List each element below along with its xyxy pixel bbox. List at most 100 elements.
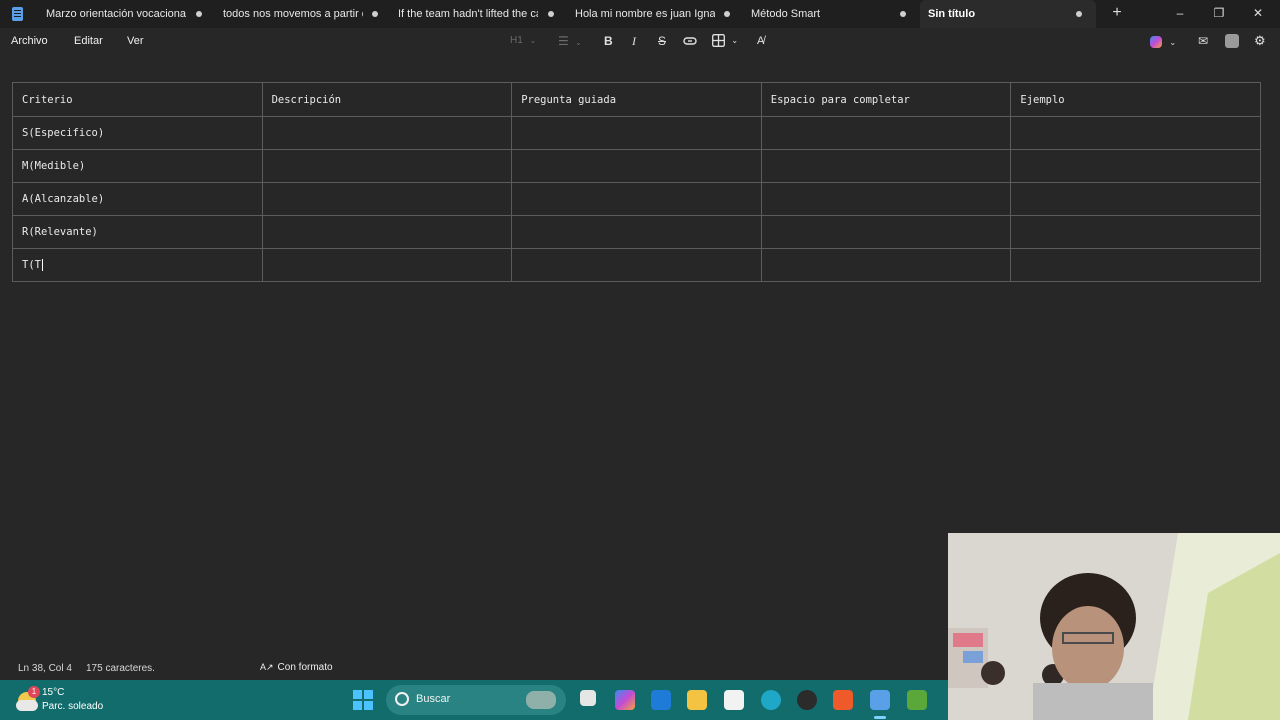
table-cell[interactable]: R(Relevante) [12,215,263,249]
format-toggle[interactable]: A↗ Con formato [260,662,333,673]
header-descripcion[interactable]: Descripción [261,82,513,117]
unsaved-dot-icon[interactable] [724,11,730,17]
chevron-down-icon: ⌄ [1169,38,1177,47]
table-cell[interactable] [261,116,513,150]
edge-icon[interactable] [761,690,781,710]
active-app-indicator [874,716,886,719]
table-cell[interactable] [511,116,762,150]
header-criterio[interactable]: Criterio [12,82,263,117]
unsaved-dot-icon[interactable] [548,11,554,17]
minecraft-icon[interactable] [907,690,927,710]
table-cell[interactable] [760,182,1012,216]
table-cell[interactable] [1010,149,1261,183]
new-tab-icon[interactable]: + [1109,5,1125,21]
tab-6-active[interactable]: Sin título [920,0,1096,28]
table-cell[interactable] [1010,215,1261,249]
clear-formatting-icon[interactable]: A̸ [757,34,764,48]
weather-temp: 15°C [42,687,65,698]
table-cell[interactable] [1010,248,1261,282]
obs-icon[interactable] [797,690,817,710]
minimize-icon[interactable]: – [1170,4,1190,22]
share-icon[interactable]: ✉ [1198,34,1208,48]
table-cell[interactable] [760,215,1012,249]
header-ejemplo[interactable]: Ejemplo [1010,82,1261,117]
tab-5[interactable]: Método Smart [743,0,915,28]
menu-ver[interactable]: Ver [127,35,144,47]
italic-icon[interactable]: I [632,34,636,48]
chevron-down-icon: ⌄ [731,36,739,45]
heading-dropdown[interactable]: H1 ⌄ [510,34,536,48]
bold-icon[interactable]: B [604,34,613,48]
table-cell[interactable] [511,215,762,249]
windows-start-icon[interactable] [353,690,373,710]
table-cell[interactable] [511,182,762,216]
document-table[interactable]: Criterio Descripción Pregunta guiada Esp… [12,82,1261,283]
tab-label: todos nos movemos a partir de [223,8,363,20]
taskbar-search[interactable]: Buscar [386,685,566,715]
link-icon[interactable] [683,34,697,48]
table-cell[interactable] [1010,116,1261,150]
tab-label: If the team hadn't lifted the car [398,8,538,20]
tab-label: Sin título [928,8,976,20]
table-cell[interactable] [1010,182,1261,216]
copilot-taskbar-icon[interactable] [615,690,635,710]
title-bar: Marzo orientación vocacional, . todos no… [0,0,1280,28]
file-explorer-icon[interactable] [687,690,707,710]
unsaved-dot-icon[interactable] [372,11,378,17]
menu-editar[interactable]: Editar [74,35,103,47]
table-cell[interactable] [760,248,1012,282]
table-cell[interactable] [511,248,762,282]
table-cell[interactable] [760,149,1012,183]
table-cell[interactable] [261,215,513,249]
maximize-icon[interactable]: ❐ [1209,4,1229,22]
unsaved-dot-icon[interactable] [196,11,202,17]
table-cell[interactable] [261,248,513,282]
weather-desc: Parc. soleado [42,701,104,712]
header-espacio[interactable]: Espacio para completar [760,82,1012,117]
search-label: Buscar [416,693,451,705]
table-cell[interactable]: S(Especifico) [12,116,263,150]
list-dropdown[interactable]: ☰ ⌄ [558,34,582,48]
weather-widget[interactable]: 1 15°C Parc. soleado [16,684,126,716]
close-icon[interactable]: ✕ [1248,4,1268,22]
table-row: S(Especifico) [12,116,1261,150]
header-pregunta-guiada[interactable]: Pregunta guiada [511,82,762,117]
menu-archivo[interactable]: Archivo [11,35,48,47]
chevron-down-icon: ⌄ [529,36,537,45]
cursor-position: Ln 38, Col 4 [18,663,72,674]
notification-badge: 1 [28,686,40,698]
settings-gear-icon[interactable]: ⚙ [1254,34,1266,48]
strikethrough-icon[interactable]: S [658,34,666,48]
table-icon [712,34,725,47]
unsaved-dot-icon[interactable] [1076,11,1082,17]
table-cell[interactable] [261,182,513,216]
table-row: A(Alcanzable) [12,182,1261,216]
table-cell[interactable]: A(Alcanzable) [12,182,263,216]
table-cell-editing[interactable]: T(T [12,248,263,282]
tab-4[interactable]: Hola mi nombre es juan Ignacio [567,0,739,28]
outlook-icon[interactable] [651,690,671,710]
table-cell[interactable] [261,149,513,183]
table-dropdown[interactable]: ⌄ [712,34,738,48]
list-icon: ☰ [558,34,569,48]
tab-label: Método Smart [751,8,821,20]
tab-2[interactable]: todos nos movemos a partir de [215,0,387,28]
search-highlight-icon [526,691,556,709]
account-icon[interactable] [1225,34,1239,48]
brave-icon[interactable] [833,690,853,710]
table-cell[interactable]: M(Medible) [12,149,263,183]
notepad-app-icon [12,7,23,21]
unsaved-dot-icon[interactable] [900,11,906,17]
task-view-icon[interactable] [580,690,596,706]
table-cell[interactable] [511,149,762,183]
copilot-dropdown[interactable]: ⌄ [1150,34,1176,48]
store-icon[interactable] [724,690,744,710]
tab-3[interactable]: If the team hadn't lifted the car [390,0,562,28]
table-row: T(T [12,248,1261,282]
table-row: R(Relevante) [12,215,1261,249]
tab-1[interactable]: Marzo orientación vocacional, . [38,0,210,28]
heading-label: H1 [510,35,523,46]
notepad-taskbar-icon[interactable] [870,690,890,710]
search-icon [395,692,409,706]
table-cell[interactable] [760,116,1012,150]
